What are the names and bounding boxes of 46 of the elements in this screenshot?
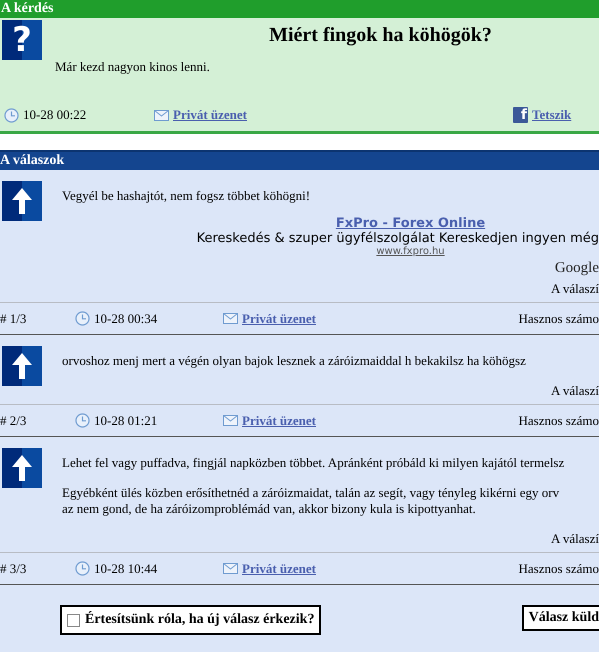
question-text: Már kezd nagyon kinos lenni. — [55, 59, 211, 75]
useful-label: Hasznos számo — [518, 560, 599, 576]
timestamp: 10-28 00:34 — [94, 310, 158, 326]
ad-url-link[interactable]: www.fxpro.hu — [376, 246, 445, 257]
private-message-link[interactable]: Privát üzenet — [242, 412, 316, 428]
like-link[interactable]: Tetszik — [532, 107, 572, 123]
answer-number: # 3/3 — [0, 560, 28, 576]
send-reply-button[interactable]: Válasz küld — [522, 605, 599, 631]
clock-icon — [75, 413, 90, 428]
notify-checkbox[interactable]: Értesítsünk róla, ha új válasz érkezik? — [60, 605, 322, 635]
question-title: Miért fingok ha köhögök? — [268, 24, 493, 47]
envelope-icon — [154, 110, 169, 120]
answer-number: # 2/3 — [0, 412, 28, 428]
timestamp: 10-28 10:44 — [94, 560, 158, 576]
private-message-link[interactable]: Privát üzenet — [242, 560, 316, 576]
checkbox[interactable] — [67, 614, 80, 626]
private-message-link[interactable]: Privát üzenet — [242, 310, 316, 326]
arrow-up-icon — [2, 181, 42, 221]
google-label: Google — [554, 260, 599, 276]
rating-label: A válaszí — [550, 531, 599, 546]
answer-text: Egyébként ülés közben erősíthetnéd a záróizmaidat, talán az segít, vagy tényleg kikérni egy orv az nem gond, de ha záróizomproblémád van, akkor bizony kula is kipottyanhat. — [62, 485, 560, 517]
clock-icon — [75, 561, 90, 576]
rating-label: A válaszí — [550, 383, 599, 398]
private-message-link[interactable]: Privát üzenet — [173, 107, 248, 123]
ad-text: Kereskedés & szuper ügyfélszolgálat Kereskedjen ingyen még — [196, 231, 599, 246]
answer-text: orvoshoz menj mert a végén olyan bajok lesznek a záróizmaiddal h bekakilsz ha köhögsz — [62, 353, 527, 369]
answer-number: # 1/3 — [0, 310, 28, 326]
section-header: A kérdés — [0, 0, 599, 18]
section-header: A válaszok — [0, 150, 599, 170]
question-mark-icon: ? — [2, 20, 42, 60]
envelope-icon — [223, 313, 238, 324]
arrow-up-icon — [2, 346, 42, 386]
clock-icon — [4, 108, 19, 122]
useful-label: Hasznos számo — [518, 412, 599, 428]
ad-title-link[interactable]: FxPro - Forex Online — [336, 216, 486, 231]
timestamp: 10-28 00:22 — [23, 107, 86, 123]
facebook-icon: f — [513, 107, 528, 123]
arrow-up-icon — [2, 448, 42, 488]
envelope-icon — [223, 563, 238, 574]
rating-label: A válaszí — [550, 281, 599, 296]
answer-text: Vegyél be hashajtót, nem fogsz többet köhögni! — [62, 188, 312, 204]
useful-label: Hasznos számo — [518, 310, 599, 326]
timestamp: 10-28 01:21 — [94, 412, 158, 428]
clock-icon — [75, 311, 90, 326]
envelope-icon — [223, 415, 238, 426]
answer-text: Lehet fel vagy puffadva, fingjál napközben többet. Apránként próbáld ki milyen kajától termelsz — [62, 455, 566, 471]
